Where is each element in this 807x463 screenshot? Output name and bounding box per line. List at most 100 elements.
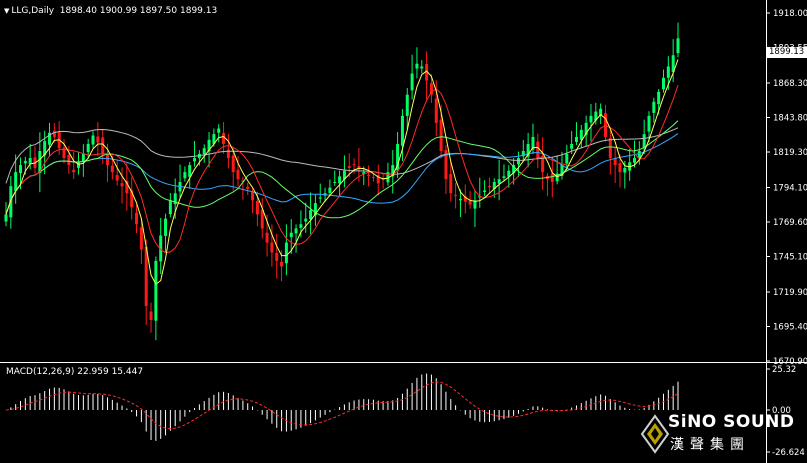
candle-bull: [164, 218, 168, 236]
candle-bull: [91, 135, 95, 145]
candle-bull: [168, 200, 172, 215]
price-axis-label: 1719.90: [773, 288, 807, 298]
candle-bull: [28, 158, 32, 164]
price-axis-label: 1819.30: [773, 148, 807, 158]
candle-bull: [623, 167, 627, 173]
candle-bull: [420, 66, 424, 69]
candle-bull: [338, 176, 342, 184]
current-price-tag: 1899.13: [767, 47, 807, 58]
candle-bear: [149, 311, 153, 321]
candle-bear: [246, 186, 250, 190]
macd-title: MACD(12,26,9) 22.959 15.447: [6, 367, 144, 377]
candle-bull: [632, 158, 636, 163]
symbol-label: LLG,Daily: [11, 6, 55, 16]
candle-bull: [193, 158, 197, 162]
price-axis-label: 1794.10: [773, 183, 807, 193]
candle-bear: [536, 141, 540, 159]
candle-bear: [352, 164, 356, 166]
candle-bear: [608, 137, 612, 159]
candle-bear: [135, 212, 139, 225]
candle-bull: [405, 94, 409, 116]
candle-bear: [434, 98, 438, 123]
candle-bull: [333, 182, 337, 184]
price-axis-label: 1745.10: [773, 253, 807, 263]
candle-bull: [202, 148, 206, 154]
price-chart[interactable]: 1918.001893.551868.301843.801819.301794.…: [0, 0, 807, 463]
candle-bull: [666, 66, 670, 78]
candle-bear: [260, 209, 264, 229]
candle-bull: [516, 158, 520, 165]
candle-bear: [72, 169, 76, 173]
candle-bull: [657, 91, 661, 105]
candle-bear: [454, 195, 458, 197]
candle-bull: [81, 153, 85, 162]
candle-bull: [400, 115, 404, 146]
candle-bear: [67, 154, 71, 166]
candle-bear: [52, 130, 56, 137]
candle-bear: [120, 183, 124, 187]
candle-bull: [497, 179, 501, 184]
macd-axis-label: 25.32: [772, 365, 796, 375]
candle-bear: [487, 186, 491, 188]
candle-bull: [86, 143, 90, 153]
candle-bull: [410, 73, 414, 91]
candle-bull: [318, 197, 322, 199]
price-axis-label: 1868.30: [773, 79, 807, 89]
candle-bull: [309, 210, 313, 220]
logo-diamond-icon: [640, 414, 670, 454]
ma-short-line: [5, 85, 679, 254]
candle-bear: [550, 173, 554, 183]
candle-bull: [458, 198, 462, 201]
candle-bull: [647, 115, 651, 132]
candle-bear: [367, 174, 371, 176]
ma-cyan-line: [5, 133, 679, 215]
chart-window[interactable]: 1918.001893.551868.301843.801819.301794.…: [0, 0, 807, 463]
candle-bear: [347, 166, 351, 168]
chart-title: ▼ LLG,Daily 1898.40 1900.99 1897.50 1899.…: [4, 6, 217, 16]
ohlc-label: 1898.40 1900.99 1897.50 1899.13: [59, 6, 218, 16]
price-axis-label: 1695.40: [773, 322, 807, 332]
collapse-triangle-icon[interactable]: ▼: [4, 7, 9, 15]
candle-bull: [415, 63, 419, 69]
candle-bear: [255, 200, 259, 215]
price-axis-label: 1918.00: [773, 9, 807, 19]
candle-bear: [270, 242, 274, 253]
candle-bull: [284, 242, 288, 264]
candle-bull: [574, 136, 578, 142]
candle-bear: [275, 252, 279, 261]
candle-bull: [589, 115, 593, 123]
candle-bear: [468, 200, 472, 205]
candle-bear: [449, 173, 453, 194]
candle-bull: [217, 128, 221, 133]
candle-bull: [652, 101, 656, 113]
candle-bull: [676, 38, 680, 53]
candle-bull: [23, 160, 27, 164]
candle-bear: [106, 153, 110, 166]
candle-bull: [183, 172, 187, 179]
sino-sound-logo: SiNO SOUND 漢聲集團: [640, 410, 807, 463]
macd-signal-line: [5, 381, 679, 430]
candle-bear: [139, 227, 143, 250]
candle-bull: [579, 129, 583, 140]
candle-bear: [371, 176, 375, 178]
candle-bull: [570, 143, 574, 149]
candle-bear: [231, 155, 235, 173]
candle-bear: [96, 136, 100, 143]
candle-bull: [299, 224, 303, 228]
candle-bull: [328, 187, 332, 193]
candle-bull: [642, 134, 646, 148]
price-axis-label: 1843.80: [773, 113, 807, 123]
candle-bear: [222, 132, 226, 144]
candle-bear: [280, 261, 284, 267]
candle-bull: [154, 260, 158, 321]
candle-bull: [661, 77, 665, 90]
logo-brand: SiNO SOUND: [668, 412, 795, 432]
price-axis-label: 1769.60: [773, 218, 807, 228]
candle-bear: [618, 163, 622, 173]
candle-bear: [115, 175, 119, 181]
candle-bull: [4, 214, 8, 222]
candle-bull: [565, 153, 569, 164]
candle-bear: [613, 158, 617, 166]
candle-bear: [236, 169, 240, 180]
logo-chinese: 漢聲集團: [670, 437, 750, 453]
